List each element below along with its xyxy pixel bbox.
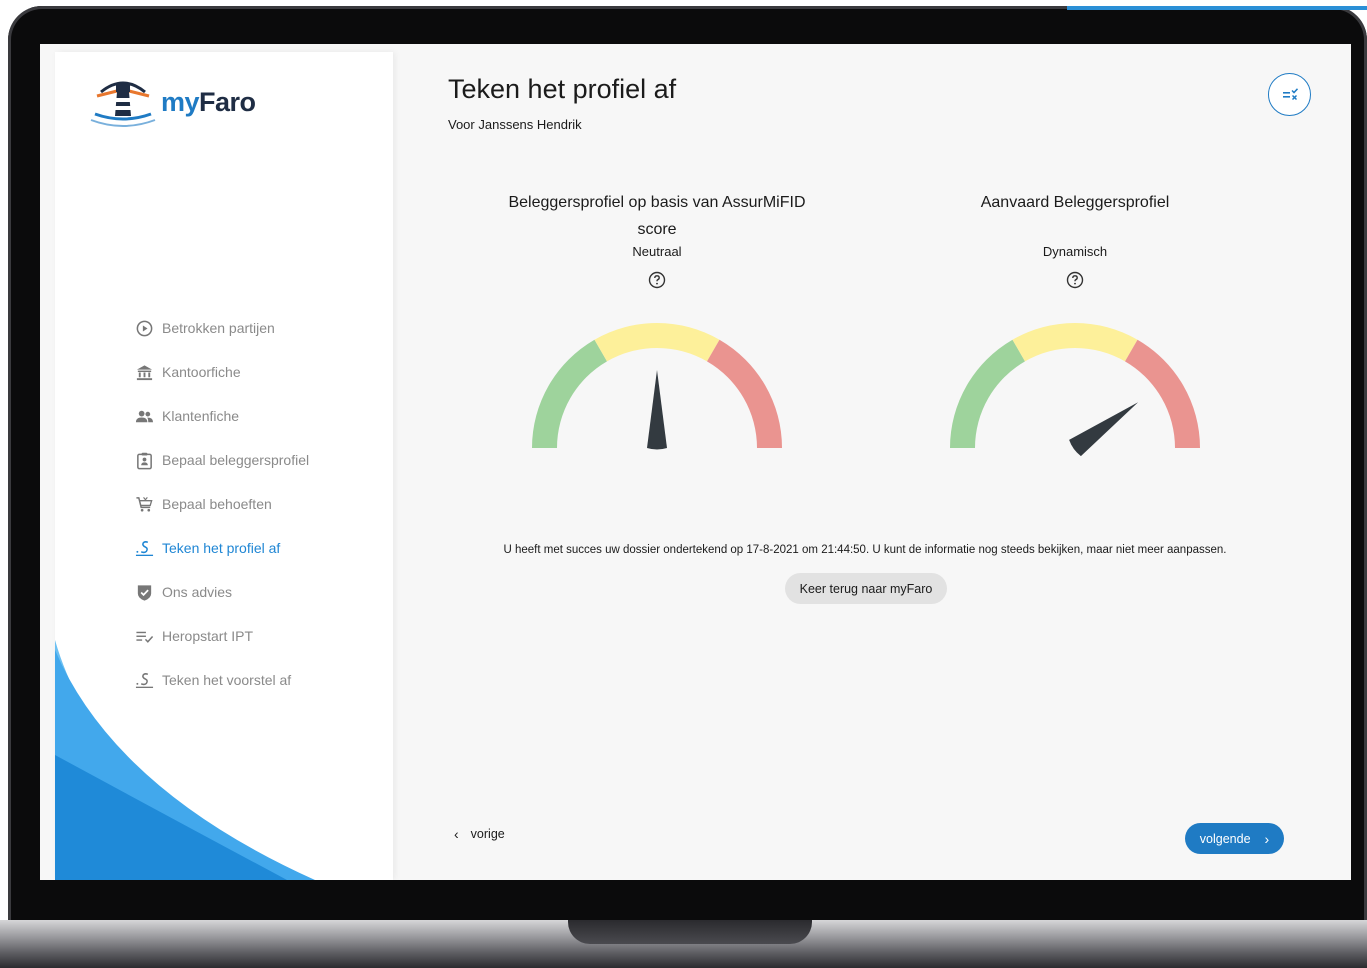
next-label: volgende — [1199, 831, 1251, 846]
gauge-title: Beleggersprofiel op basis van AssurMiFID… — [508, 194, 806, 238]
checklist-icon — [1282, 87, 1298, 100]
chevron-left-icon: ‹ — [454, 826, 459, 842]
play-circle-icon — [135, 319, 154, 338]
gauge-segment-yellow — [594, 322, 720, 362]
lid-accent-line — [1067, 6, 1367, 10]
return-to-myfaro-button[interactable]: Keer terug naar myFaro — [785, 573, 947, 604]
people-icon — [135, 407, 154, 426]
gauge-chart — [950, 322, 1200, 457]
help-icon[interactable] — [1066, 271, 1084, 289]
gauge-needle — [647, 370, 667, 450]
bank-icon — [135, 363, 154, 382]
gauge-accepted-profile: Aanvaard Beleggersprofiel Dynamisch — [905, 189, 1245, 468]
sidebar-item-label: Bepaal beleggersprofiel — [162, 452, 310, 468]
sidebar-item-label: Teken het profiel af — [162, 540, 281, 556]
lighthouse-logo-icon — [90, 81, 156, 127]
sidebar-wave-decoration — [55, 640, 315, 880]
success-message: U heeft met succes uw dossier onderteken… — [503, 544, 1227, 556]
sidebar-item-label: Kantoorfiche — [162, 364, 241, 380]
sidebar-item-label: Betrokken partijen — [162, 320, 275, 336]
page-subtitle: Voor Janssens Hendrik — [448, 117, 582, 132]
signature-icon — [135, 539, 154, 558]
gauge-value: Neutraal — [632, 244, 682, 259]
gauge-segment-red — [707, 339, 782, 448]
sidebar-item-betrokken-partijen[interactable]: Betrokken partijen — [135, 306, 385, 350]
next-button[interactable]: volgende › — [1185, 823, 1284, 854]
gauge-value: Dynamisch — [1042, 244, 1108, 259]
sidebar-item-bepaal-beleggersprofiel[interactable]: Bepaal beleggersprofiel — [135, 438, 385, 482]
sidebar-item-label: Bepaal behoeften — [162, 496, 272, 512]
gauge-assurmifid-profile: Beleggersprofiel op basis van AssurMiFID… — [487, 189, 827, 468]
shield-check-icon — [135, 583, 154, 602]
previous-button[interactable]: ‹ vorige — [454, 826, 505, 842]
app-screen: myFaro Betrokken partijen Kantoorfiche K… — [40, 44, 1351, 880]
cart-icon — [135, 495, 154, 514]
help-icon[interactable] — [648, 271, 666, 289]
app-logo[interactable]: myFaro — [87, 74, 256, 130]
page-title: Teken het profiel af — [448, 74, 677, 104]
previous-label: vorige — [470, 827, 505, 841]
gauge-segment-yellow — [1012, 322, 1138, 362]
sidebar-item-ons-advies[interactable]: Ons advies — [135, 570, 385, 614]
checklist-action-button[interactable] — [1268, 73, 1311, 116]
gauge-segment-green — [950, 339, 1025, 448]
chevron-right-icon: › — [1264, 830, 1270, 847]
gauge-needle — [1069, 402, 1139, 457]
gauge-title: Aanvaard Beleggersprofiel — [980, 194, 1170, 211]
sidebar: myFaro Betrokken partijen Kantoorfiche K… — [55, 52, 393, 880]
gauge-segment-red — [1125, 339, 1200, 448]
sidebar-item-bepaal-behoeften[interactable]: Bepaal behoeften — [135, 482, 385, 526]
sidebar-item-teken-het-profiel-af[interactable]: Teken het profiel af — [135, 526, 385, 570]
gauge-chart — [532, 322, 782, 450]
clipboard-person-icon — [135, 451, 154, 470]
sidebar-item-label: Ons advies — [162, 584, 233, 600]
sidebar-item-kantoorfiche[interactable]: Kantoorfiche — [135, 350, 385, 394]
sidebar-item-label: Klantenfiche — [162, 408, 240, 424]
laptop-hinge — [568, 920, 812, 944]
gauge-segment-green — [532, 339, 607, 448]
logo-text: myFaro — [161, 86, 256, 117]
sidebar-item-klantenfiche[interactable]: Klantenfiche — [135, 394, 385, 438]
